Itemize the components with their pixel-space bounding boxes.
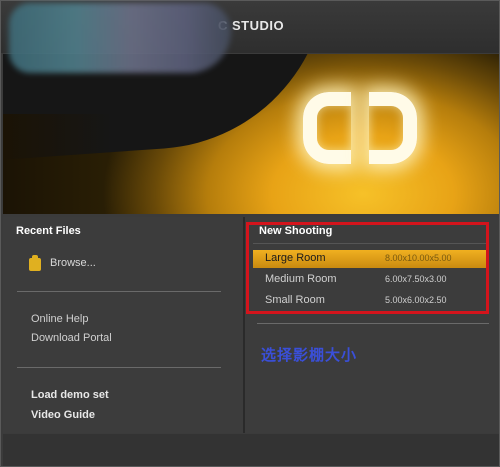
bottom-bar	[3, 434, 499, 466]
logo-icon-right	[369, 92, 417, 164]
video-guide-link[interactable]: Video Guide	[31, 409, 95, 421]
recent-files-heading: Recent Files	[16, 225, 81, 237]
load-demo-set-link[interactable]: Load demo set	[31, 389, 109, 401]
hero-banner	[3, 54, 499, 214]
browse-label: Browse...	[50, 257, 96, 269]
hero-left-shade	[3, 114, 113, 214]
divider	[17, 367, 221, 368]
folder-icon	[29, 255, 41, 271]
blurred-logo	[9, 3, 231, 73]
highlight-box	[246, 222, 489, 314]
divider	[257, 323, 489, 324]
online-help-link[interactable]: Online Help	[31, 313, 88, 325]
logo-icon-left	[303, 92, 351, 164]
annotation-text: 选择影棚大小	[261, 346, 358, 364]
app-window: C STUDIO Recent Files Browse... Online H…	[0, 0, 500, 467]
download-portal-link[interactable]: Download Portal	[31, 332, 112, 344]
divider	[17, 291, 221, 292]
